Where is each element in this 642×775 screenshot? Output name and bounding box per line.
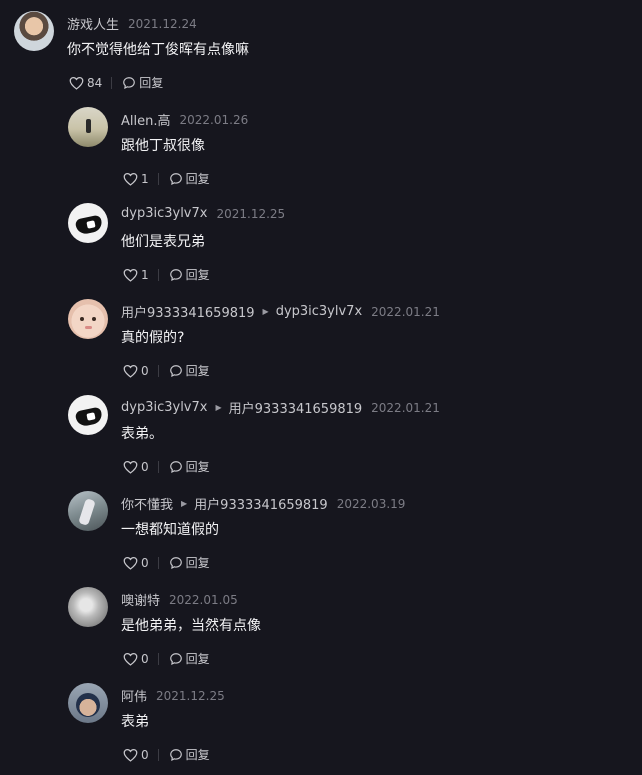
reply-label: 回复 [139,76,164,90]
reply-target-username[interactable]: dyp3ic3ylv7x [276,304,362,319]
reply-button[interactable]: 回复 [169,650,210,667]
like-button[interactable]: 0 [123,556,149,570]
like-button[interactable]: 84 [69,76,102,90]
username[interactable]: 阿伟 [121,686,147,705]
reply-target-username[interactable]: 用户9333341659819 [194,494,328,513]
like-button[interactable]: 0 [123,652,149,666]
username[interactable]: dyp3ic3ylv7x [121,206,207,221]
heart-icon [123,172,138,186]
comment-date: 2022.01.05 [169,592,238,607]
comment-date: 2022.03.19 [336,496,406,511]
heart-icon [123,556,138,570]
avatar[interactable] [68,203,108,243]
reply-button[interactable]: 回复 [169,266,210,283]
speech-bubble-icon [123,76,136,89]
heart-icon [123,748,138,762]
action-divider [157,364,159,377]
reply-button[interactable]: 回复 [169,554,210,571]
like-count: 0 [141,747,149,762]
heart-icon [123,364,138,378]
like-button[interactable]: 0 [123,748,149,762]
reply-label: 回复 [185,364,210,378]
avatar[interactable] [68,299,108,339]
action-divider [157,268,159,281]
speech-bubble-icon [169,748,182,761]
like-count: 0 [141,459,149,474]
comment-text: 表弟 [121,714,149,730]
like-button[interactable]: 1 [123,172,149,186]
reply-label: 回复 [185,748,210,762]
reply-label: 回复 [185,172,210,186]
action-divider [157,172,159,185]
comment-text: 一想都知道假的 [121,522,219,538]
comment-text: 跟他丁叔很像 [121,138,205,154]
reply-arrow-icon: ▶ [262,307,269,316]
speech-bubble-icon [169,460,182,473]
reply-button[interactable]: 回复 [169,458,210,475]
username[interactable]: 你不懂我 [121,494,173,513]
reply-label: 回复 [185,268,210,282]
speech-bubble-icon [169,172,182,185]
action-divider [157,556,159,569]
reply-arrow-icon: ▶ [215,403,222,412]
comment-date: 2021.12.25 [216,206,286,221]
like-count: 0 [141,555,149,570]
comment-text: 真的假的? [121,330,185,346]
like-button[interactable]: 1 [123,268,149,282]
like-count: 0 [141,651,149,666]
action-divider [157,748,159,761]
comment-date: 2021.12.25 [156,688,225,703]
username[interactable]: 噢谢特 [121,590,160,609]
like-count: 1 [141,267,149,282]
heart-icon [123,460,138,474]
avatar[interactable] [68,107,108,147]
like-count: 84 [87,75,103,90]
comment-text: 你不觉得他给丁俊晖有点像嘛 [67,42,249,58]
heart-icon [123,268,138,282]
like-button[interactable]: 0 [123,460,149,474]
action-divider [157,460,159,473]
comment-text: 他们是表兄弟 [121,234,205,250]
heart-icon [69,76,84,90]
avatar[interactable] [68,683,108,723]
username[interactable]: dyp3ic3ylv7x [121,400,207,415]
avatar[interactable] [14,11,54,51]
like-count: 0 [141,363,149,378]
reply-button[interactable]: 回复 [169,362,210,379]
heart-icon [123,652,138,666]
reply-label: 回复 [185,556,210,570]
reply-label: 回复 [185,652,210,666]
reply-label: 回复 [185,460,210,474]
speech-bubble-icon [169,556,182,569]
comment-date: 2021.12.24 [128,16,197,31]
avatar[interactable] [68,395,108,435]
speech-bubble-icon [169,364,182,377]
comment-thread: 游戏人生 2021.12.24 你不觉得他给丁俊晖有点像嘛 84 回复 Alle… [0,0,642,775]
like-button[interactable]: 0 [123,364,149,378]
reply-button[interactable]: 回复 [122,74,163,91]
comment-text: 表弟。 [121,426,163,442]
avatar[interactable] [68,491,108,531]
comment-date: 2022.01.21 [371,304,440,319]
username[interactable]: Allen.高 [121,110,171,129]
action-divider [157,652,159,665]
reply-button[interactable]: 回复 [169,170,210,187]
reply-target-username[interactable]: 用户9333341659819 [229,398,363,417]
avatar[interactable] [68,587,108,627]
reply-button[interactable]: 回复 [169,746,210,763]
username[interactable]: 游戏人生 [67,14,119,33]
comment-date: 2022.01.21 [371,400,440,415]
like-count: 1 [141,171,149,186]
comment-text: 是他弟弟，当然有点像 [121,618,261,634]
speech-bubble-icon [169,268,182,281]
username[interactable]: 用户9333341659819 [121,302,255,321]
action-divider [111,76,113,89]
speech-bubble-icon [169,652,182,665]
reply-arrow-icon: ▶ [181,499,188,508]
comment-date: 2022.01.26 [179,112,249,127]
